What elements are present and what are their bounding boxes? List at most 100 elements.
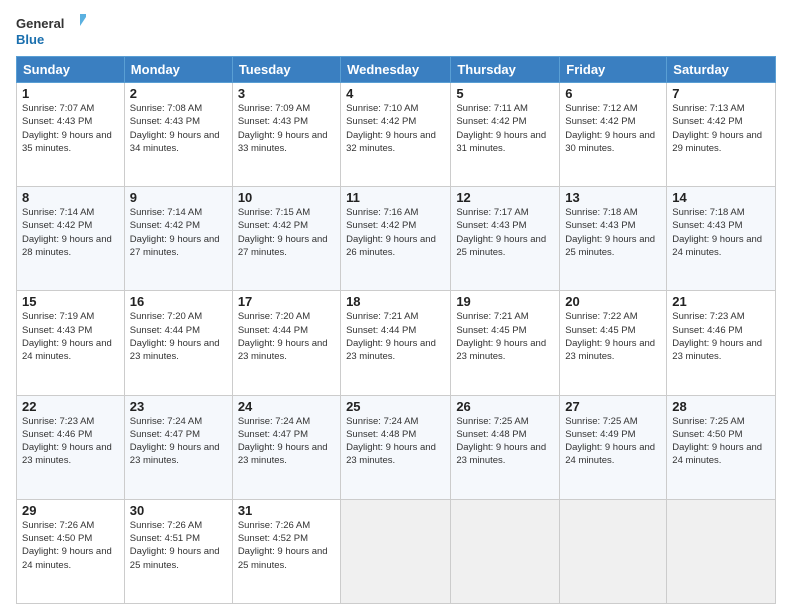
weekday-header-wednesday: Wednesday	[341, 57, 451, 83]
day-info: Sunrise: 7:23 AMSunset: 4:46 PMDaylight:…	[22, 416, 112, 467]
calendar-cell: 7 Sunrise: 7:13 AMSunset: 4:42 PMDayligh…	[667, 83, 776, 187]
calendar-cell: 17 Sunrise: 7:20 AMSunset: 4:44 PMDaylig…	[232, 291, 340, 395]
day-number: 17	[238, 294, 335, 309]
calendar-cell: 10 Sunrise: 7:15 AMSunset: 4:42 PMDaylig…	[232, 187, 340, 291]
day-info: Sunrise: 7:25 AMSunset: 4:49 PMDaylight:…	[565, 416, 655, 467]
calendar-cell: 4 Sunrise: 7:10 AMSunset: 4:42 PMDayligh…	[341, 83, 451, 187]
day-info: Sunrise: 7:18 AMSunset: 4:43 PMDaylight:…	[565, 207, 655, 258]
calendar-cell: 5 Sunrise: 7:11 AMSunset: 4:42 PMDayligh…	[451, 83, 560, 187]
day-number: 27	[565, 399, 661, 414]
calendar-cell: 15 Sunrise: 7:19 AMSunset: 4:43 PMDaylig…	[17, 291, 125, 395]
header: General Blue	[16, 12, 776, 50]
weekday-header-tuesday: Tuesday	[232, 57, 340, 83]
day-number: 2	[130, 86, 227, 101]
day-info: Sunrise: 7:14 AMSunset: 4:42 PMDaylight:…	[22, 207, 112, 258]
calendar-cell: 13 Sunrise: 7:18 AMSunset: 4:43 PMDaylig…	[560, 187, 667, 291]
day-info: Sunrise: 7:25 AMSunset: 4:48 PMDaylight:…	[456, 416, 546, 467]
day-number: 11	[346, 190, 445, 205]
day-number: 14	[672, 190, 770, 205]
day-info: Sunrise: 7:26 AMSunset: 4:50 PMDaylight:…	[22, 520, 112, 571]
day-info: Sunrise: 7:14 AMSunset: 4:42 PMDaylight:…	[130, 207, 220, 258]
calendar-cell: 23 Sunrise: 7:24 AMSunset: 4:47 PMDaylig…	[124, 395, 232, 499]
day-info: Sunrise: 7:24 AMSunset: 4:47 PMDaylight:…	[130, 416, 220, 467]
day-info: Sunrise: 7:09 AMSunset: 4:43 PMDaylight:…	[238, 103, 328, 154]
calendar-cell: 29 Sunrise: 7:26 AMSunset: 4:50 PMDaylig…	[17, 499, 125, 603]
calendar-cell: 6 Sunrise: 7:12 AMSunset: 4:42 PMDayligh…	[560, 83, 667, 187]
calendar-cell: 11 Sunrise: 7:16 AMSunset: 4:42 PMDaylig…	[341, 187, 451, 291]
day-info: Sunrise: 7:25 AMSunset: 4:50 PMDaylight:…	[672, 416, 762, 467]
day-info: Sunrise: 7:20 AMSunset: 4:44 PMDaylight:…	[130, 311, 220, 362]
calendar-cell: 31 Sunrise: 7:26 AMSunset: 4:52 PMDaylig…	[232, 499, 340, 603]
day-number: 1	[22, 86, 119, 101]
calendar-cell: 8 Sunrise: 7:14 AMSunset: 4:42 PMDayligh…	[17, 187, 125, 291]
day-info: Sunrise: 7:10 AMSunset: 4:42 PMDaylight:…	[346, 103, 436, 154]
logo: General Blue	[16, 12, 86, 50]
day-number: 20	[565, 294, 661, 309]
weekday-header-monday: Monday	[124, 57, 232, 83]
day-number: 30	[130, 503, 227, 518]
logo-svg: General Blue	[16, 12, 86, 50]
day-number: 4	[346, 86, 445, 101]
day-number: 18	[346, 294, 445, 309]
calendar-cell: 9 Sunrise: 7:14 AMSunset: 4:42 PMDayligh…	[124, 187, 232, 291]
calendar-cell: 2 Sunrise: 7:08 AMSunset: 4:43 PMDayligh…	[124, 83, 232, 187]
day-info: Sunrise: 7:23 AMSunset: 4:46 PMDaylight:…	[672, 311, 762, 362]
day-number: 13	[565, 190, 661, 205]
day-number: 12	[456, 190, 554, 205]
svg-text:General: General	[16, 16, 64, 31]
day-info: Sunrise: 7:07 AMSunset: 4:43 PMDaylight:…	[22, 103, 112, 154]
day-number: 15	[22, 294, 119, 309]
day-number: 19	[456, 294, 554, 309]
calendar-cell	[667, 499, 776, 603]
day-number: 10	[238, 190, 335, 205]
day-info: Sunrise: 7:11 AMSunset: 4:42 PMDaylight:…	[456, 103, 546, 154]
calendar-cell: 18 Sunrise: 7:21 AMSunset: 4:44 PMDaylig…	[341, 291, 451, 395]
day-info: Sunrise: 7:16 AMSunset: 4:42 PMDaylight:…	[346, 207, 436, 258]
calendar-cell	[560, 499, 667, 603]
day-number: 23	[130, 399, 227, 414]
day-info: Sunrise: 7:26 AMSunset: 4:52 PMDaylight:…	[238, 520, 328, 571]
calendar-cell	[451, 499, 560, 603]
day-info: Sunrise: 7:26 AMSunset: 4:51 PMDaylight:…	[130, 520, 220, 571]
calendar-cell: 12 Sunrise: 7:17 AMSunset: 4:43 PMDaylig…	[451, 187, 560, 291]
day-number: 6	[565, 86, 661, 101]
day-info: Sunrise: 7:13 AMSunset: 4:42 PMDaylight:…	[672, 103, 762, 154]
calendar-cell: 24 Sunrise: 7:24 AMSunset: 4:47 PMDaylig…	[232, 395, 340, 499]
day-info: Sunrise: 7:18 AMSunset: 4:43 PMDaylight:…	[672, 207, 762, 258]
calendar-cell: 21 Sunrise: 7:23 AMSunset: 4:46 PMDaylig…	[667, 291, 776, 395]
day-number: 5	[456, 86, 554, 101]
day-number: 28	[672, 399, 770, 414]
weekday-header-friday: Friday	[560, 57, 667, 83]
day-number: 16	[130, 294, 227, 309]
day-info: Sunrise: 7:24 AMSunset: 4:47 PMDaylight:…	[238, 416, 328, 467]
weekday-header-sunday: Sunday	[17, 57, 125, 83]
day-number: 7	[672, 86, 770, 101]
calendar-cell: 26 Sunrise: 7:25 AMSunset: 4:48 PMDaylig…	[451, 395, 560, 499]
day-number: 31	[238, 503, 335, 518]
day-info: Sunrise: 7:19 AMSunset: 4:43 PMDaylight:…	[22, 311, 112, 362]
calendar-cell: 3 Sunrise: 7:09 AMSunset: 4:43 PMDayligh…	[232, 83, 340, 187]
day-number: 8	[22, 190, 119, 205]
calendar-cell: 20 Sunrise: 7:22 AMSunset: 4:45 PMDaylig…	[560, 291, 667, 395]
svg-text:Blue: Blue	[16, 32, 44, 47]
calendar-cell: 1 Sunrise: 7:07 AMSunset: 4:43 PMDayligh…	[17, 83, 125, 187]
day-info: Sunrise: 7:12 AMSunset: 4:42 PMDaylight:…	[565, 103, 655, 154]
day-info: Sunrise: 7:24 AMSunset: 4:48 PMDaylight:…	[346, 416, 436, 467]
day-info: Sunrise: 7:21 AMSunset: 4:44 PMDaylight:…	[346, 311, 436, 362]
day-number: 26	[456, 399, 554, 414]
calendar-cell: 30 Sunrise: 7:26 AMSunset: 4:51 PMDaylig…	[124, 499, 232, 603]
day-number: 9	[130, 190, 227, 205]
day-number: 3	[238, 86, 335, 101]
weekday-header-thursday: Thursday	[451, 57, 560, 83]
calendar-cell: 19 Sunrise: 7:21 AMSunset: 4:45 PMDaylig…	[451, 291, 560, 395]
day-info: Sunrise: 7:15 AMSunset: 4:42 PMDaylight:…	[238, 207, 328, 258]
day-number: 21	[672, 294, 770, 309]
calendar-cell: 14 Sunrise: 7:18 AMSunset: 4:43 PMDaylig…	[667, 187, 776, 291]
day-info: Sunrise: 7:17 AMSunset: 4:43 PMDaylight:…	[456, 207, 546, 258]
calendar-cell: 27 Sunrise: 7:25 AMSunset: 4:49 PMDaylig…	[560, 395, 667, 499]
calendar-table: SundayMondayTuesdayWednesdayThursdayFrid…	[16, 56, 776, 604]
day-number: 22	[22, 399, 119, 414]
day-number: 24	[238, 399, 335, 414]
page: General Blue SundayMondayTuesdayWednesda…	[0, 0, 792, 612]
calendar-cell: 28 Sunrise: 7:25 AMSunset: 4:50 PMDaylig…	[667, 395, 776, 499]
